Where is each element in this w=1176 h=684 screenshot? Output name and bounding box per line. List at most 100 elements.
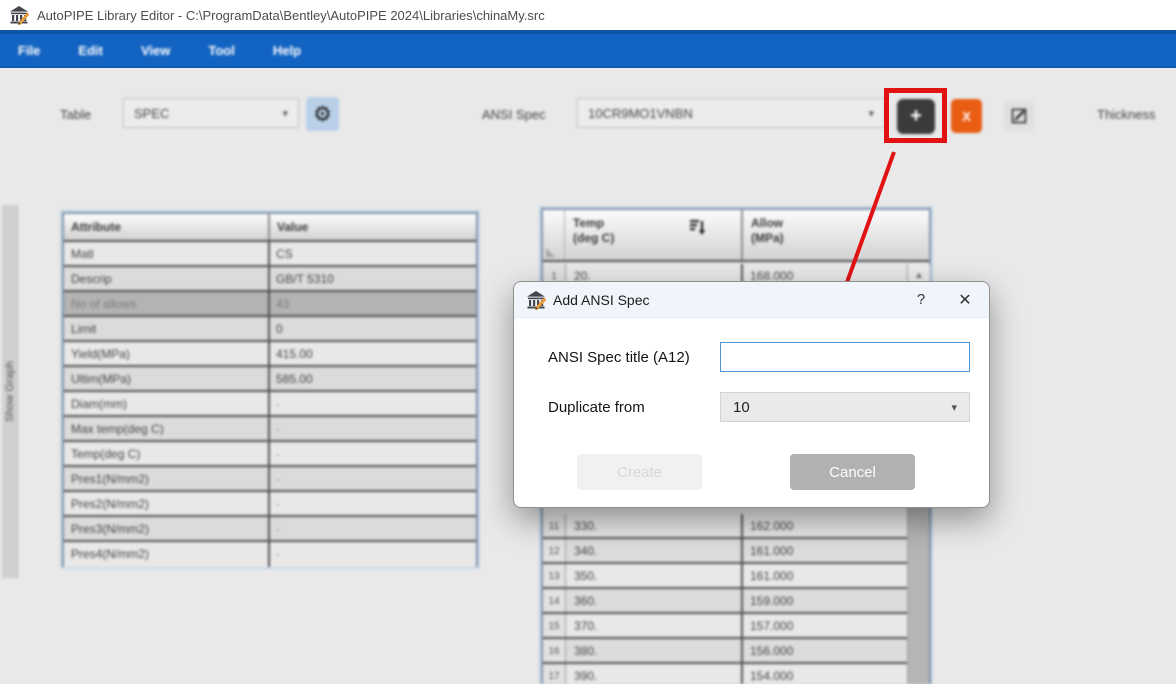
attribute-row: Pres3(N/mm2) - <box>64 517 476 542</box>
value-cell[interactable]: - <box>270 542 476 567</box>
attribute-row: Pres2(N/mm2) - <box>64 492 476 517</box>
thickness-label: Thickness <box>1097 107 1156 122</box>
window-title: AutoPIPE Library Editor - C:\ProgramData… <box>37 7 545 23</box>
row-number[interactable]: 17 <box>543 664 565 684</box>
sort-filter-icon[interactable] <box>689 218 707 236</box>
allow-cell[interactable]: 156.000 <box>743 639 907 662</box>
value-cell[interactable]: 43 <box>270 292 476 315</box>
value-cell[interactable]: - <box>270 467 476 490</box>
menu-item-help[interactable]: Help <box>267 41 307 60</box>
value-cell[interactable]: GB/T 5310 <box>270 267 476 290</box>
value-cell[interactable]: 0 <box>270 317 476 340</box>
attribute-cell: Pres3(N/mm2) <box>64 517 270 540</box>
attribute-cell: Descrip <box>64 267 270 290</box>
temp-cell[interactable]: 330. <box>565 514 743 537</box>
allowable-row: 15 370. 157.000 <box>543 614 909 639</box>
row-number[interactable]: 12 <box>543 539 565 562</box>
attribute-row: Descrip GB/T 5310 <box>64 267 476 292</box>
attribute-cell: Max temp(deg C) <box>64 417 270 440</box>
temp-cell[interactable]: 380. <box>565 639 743 662</box>
dialog-close-button[interactable]: ✕ <box>941 290 989 310</box>
attribute-row: Limit 0 <box>64 317 476 342</box>
attribute-cell: Pres1(N/mm2) <box>64 467 270 490</box>
ansi-spec-title-input[interactable] <box>720 342 970 372</box>
menu-item-file[interactable]: File <box>12 41 46 60</box>
value-cell[interactable]: - <box>270 392 476 415</box>
temp-cell[interactable]: 370. <box>565 614 743 637</box>
duplicate-from-select[interactable]: 10 ▾ <box>720 392 970 422</box>
attribute-table-header: Attribute Value <box>64 214 476 242</box>
dialog-titlebar[interactable]: Add ANSI Spec ? ✕ <box>514 282 989 318</box>
value-cell[interactable]: 415.00 <box>270 342 476 365</box>
red-highlight-box <box>884 88 947 143</box>
row-number[interactable]: 14 <box>543 589 565 612</box>
attribute-table: Attribute Value Matl CS Descrip GB/T 5310 No… <box>62 212 478 567</box>
allow-cell[interactable]: 159.000 <box>743 589 907 612</box>
value-cell[interactable]: - <box>270 517 476 540</box>
table-select[interactable]: SPEC ▾ <box>123 98 299 128</box>
attribute-row: Pres1(N/mm2) - <box>64 467 476 492</box>
allowable-row: 12 340. 161.000 <box>543 539 909 564</box>
menu-item-edit[interactable]: Edit <box>72 41 109 60</box>
value-cell[interactable]: CS <box>270 242 476 265</box>
gear-icon: ⚙ <box>313 102 332 126</box>
value-cell[interactable]: 585.00 <box>270 367 476 390</box>
temp-column-header[interactable]: Temp (deg C) <box>565 210 743 260</box>
allowable-row: 14 360. 159.000 <box>543 589 909 614</box>
allow-cell[interactable]: 161.000 <box>743 564 907 587</box>
value-cell[interactable]: - <box>270 442 476 465</box>
attribute-row: Max temp(deg C) - <box>64 417 476 442</box>
row-number-header[interactable] <box>543 210 565 260</box>
attribute-row: Pres4(N/mm2) - <box>64 542 476 567</box>
attribute-cell: Limit <box>64 317 270 340</box>
show-graph-tab[interactable]: Show Graph <box>2 205 18 578</box>
cancel-button[interactable]: Cancel <box>790 454 915 490</box>
attribute-cell: Pres2(N/mm2) <box>64 492 270 515</box>
row-number[interactable]: 15 <box>543 614 565 637</box>
attribute-cell: Ultim(MPa) <box>64 367 270 390</box>
temp-cell[interactable]: 360. <box>565 589 743 612</box>
corner-select-icon <box>546 248 555 257</box>
temp-cell[interactable]: 390. <box>565 664 743 684</box>
row-number[interactable]: 13 <box>543 564 565 587</box>
temp-cell[interactable]: 350. <box>565 564 743 587</box>
temp-cell[interactable]: 340. <box>565 539 743 562</box>
delete-ansi-spec-button[interactable]: X <box>951 99 982 133</box>
value-cell[interactable]: - <box>270 492 476 515</box>
edit-button[interactable] <box>1004 101 1034 131</box>
row-number[interactable]: 11 <box>543 514 565 537</box>
settings-button[interactable]: ⚙ <box>306 97 339 131</box>
allowable-row: 13 350. 161.000 <box>543 564 909 589</box>
allow-column-header[interactable]: Allow (MPa) <box>743 210 907 260</box>
window-titlebar: AutoPIPE Library Editor - C:\ProgramData… <box>0 0 1176 30</box>
table-label: Table <box>60 107 92 122</box>
app-logo-icon <box>10 6 29 25</box>
menu-bar: File Edit View Tool Help <box>0 30 1176 68</box>
attribute-row: No of allows 43 <box>64 292 476 317</box>
allowable-row: 17 390. 154.000 <box>543 664 909 684</box>
allow-cell[interactable]: 154.000 <box>743 664 907 684</box>
attribute-column-header: Attribute <box>64 214 270 240</box>
allow-cell[interactable]: 157.000 <box>743 614 907 637</box>
ansi-spec-title-label: ANSI Spec title (A12) <box>548 349 690 366</box>
app-window: AutoPIPE Library Editor - C:\ProgramData… <box>0 0 1176 684</box>
dialog-help-button[interactable]: ? <box>901 291 941 308</box>
menu-item-tool[interactable]: Tool <box>202 41 240 60</box>
row-number[interactable]: 16 <box>543 639 565 662</box>
allowable-row: 11 330. 162.000 <box>543 514 909 539</box>
chevron-down-icon: ▾ <box>868 107 874 120</box>
attribute-row: Matl CS <box>64 242 476 267</box>
attribute-row: Yield(MPa) 415.00 <box>64 342 476 367</box>
attribute-cell: Matl <box>64 242 270 265</box>
dialog-title: Add ANSI Spec <box>553 291 650 308</box>
allow-cell[interactable]: 161.000 <box>743 539 907 562</box>
attribute-row: Ultim(MPa) 585.00 <box>64 367 476 392</box>
menu-item-view[interactable]: View <box>135 41 176 60</box>
allow-cell[interactable]: 162.000 <box>743 514 907 537</box>
ansi-spec-select[interactable]: 10CR9MO1VNBN ▾ <box>577 98 885 128</box>
duplicate-from-label: Duplicate from <box>548 399 645 416</box>
create-button[interactable]: Create <box>577 454 702 490</box>
attribute-row: Temp(deg C) - <box>64 442 476 467</box>
attribute-cell: Temp(deg C) <box>64 442 270 465</box>
value-cell[interactable]: - <box>270 417 476 440</box>
